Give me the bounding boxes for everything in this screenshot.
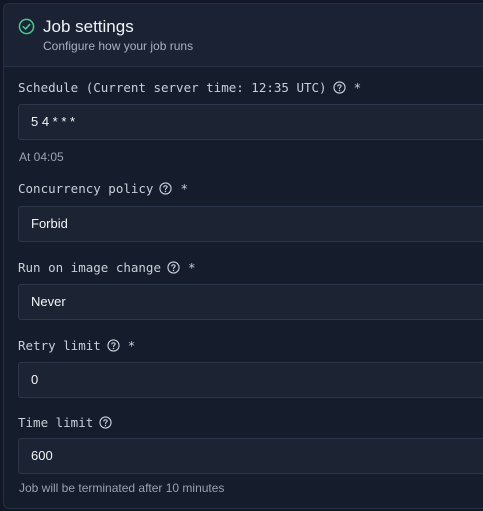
retry-limit-label: Retry limit * [18,338,135,353]
retry-limit-input[interactable]: 0 [18,362,483,398]
required-marker: * [188,260,196,275]
panel-title: Job settings [43,17,134,36]
check-circle-icon [18,18,35,35]
schedule-label-text: Schedule (Current server time: 12:35 UTC… [18,80,327,95]
image-change-label: Run on image change * [18,260,196,275]
help-icon[interactable] [332,81,346,94]
time-limit-input[interactable]: 600 [18,438,483,474]
retry-limit-label-text: Retry limit [18,338,101,353]
time-limit-label-text: Time limit [18,415,94,430]
job-settings-panel: Job settings Configure how your job runs… [3,3,483,509]
image-change-label-text: Run on image change [18,260,161,275]
required-marker: * [180,181,188,196]
concurrency-label: Concurrency policy * [18,181,188,196]
schedule-label: Schedule (Current server time: 12:35 UTC… [18,80,361,95]
panel-subtitle: Configure how your job runs [43,39,194,53]
time-limit-hint: Job will be terminated after 10 minutes [19,481,225,495]
concurrency-label-text: Concurrency policy [18,181,154,196]
time-limit-label: Time limit [18,415,112,430]
concurrency-select[interactable]: Forbid [18,206,483,242]
schedule-hint: At 04:05 [19,150,64,164]
schedule-input[interactable]: 5 4 * * * [18,104,483,140]
help-icon[interactable] [167,261,180,274]
required-marker: * [353,80,362,95]
help-icon[interactable] [99,416,112,429]
image-change-select[interactable]: Never [18,284,483,320]
help-icon[interactable] [107,339,120,352]
panel-header: Job settings Configure how your job runs [4,4,483,67]
help-icon[interactable] [159,182,173,195]
required-marker: * [127,338,136,353]
